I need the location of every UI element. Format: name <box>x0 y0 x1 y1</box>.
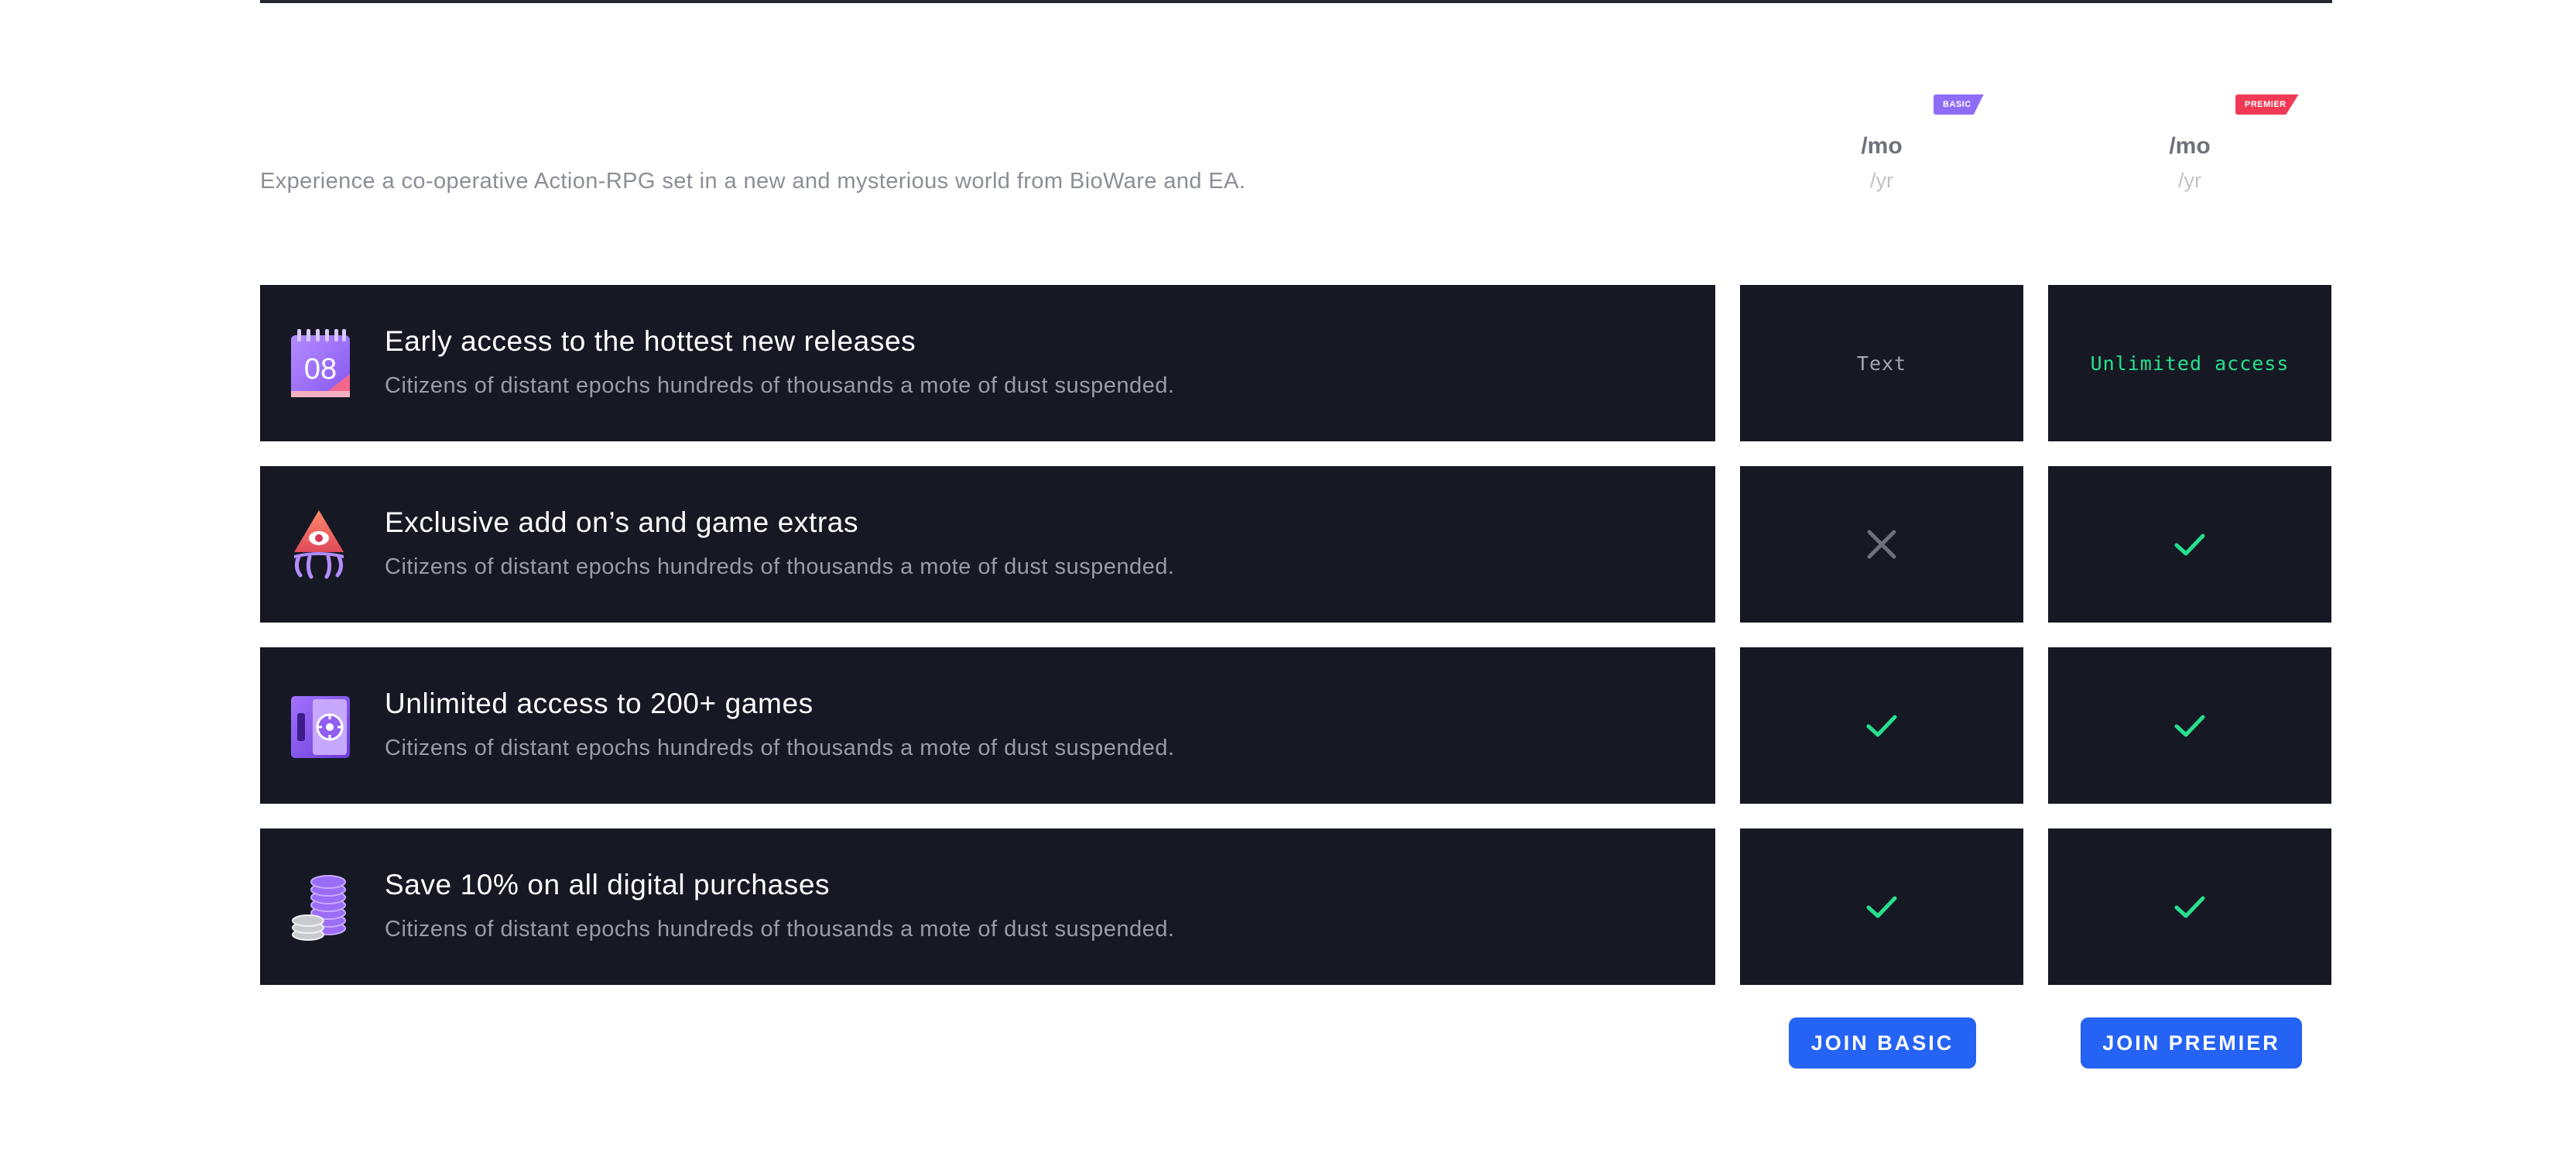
join-premier-button[interactable]: JOIN PREMIER <box>2081 1017 2302 1069</box>
join-basic-button[interactable]: JOIN BASIC <box>1789 1017 1976 1069</box>
premier-value-text: Unlimited access <box>2090 352 2290 375</box>
premier-cell-exclusive-addons <box>2048 466 2331 623</box>
feature-title: Save 10% on all digital purchases <box>385 869 831 901</box>
price-monthly-basic: /mo <box>1861 133 1903 159</box>
check-icon <box>2174 533 2205 556</box>
check-icon <box>2174 715 2205 737</box>
coin-stack-icon <box>289 871 351 942</box>
feature-row-exclusive-addons: Exclusive add on’s and game extras Citiz… <box>260 466 1715 623</box>
basic-value-text: Text <box>1856 352 1907 375</box>
plan-badge-premier: PREMIER <box>2235 94 2299 115</box>
premier-cell-early-access: Unlimited access <box>2048 285 2331 441</box>
cross-icon <box>1867 530 1896 559</box>
price-yearly-premier: /yr <box>2178 169 2201 192</box>
pyramid-eye-icon <box>289 509 351 580</box>
vault-icon <box>289 690 351 761</box>
feature-description: Citizens of distant epochs hundreds of t… <box>385 736 1175 760</box>
premier-cell-unlimited-games <box>2048 647 2331 804</box>
basic-cell-exclusive-addons <box>1740 466 2023 623</box>
page-description: Experience a co-operative Action-RPG set… <box>260 169 1246 194</box>
feature-title: Exclusive add on’s and game extras <box>385 506 859 538</box>
feature-row-save-digital: Save 10% on all digital purchases Citize… <box>260 829 1715 985</box>
price-yearly-basic: /yr <box>1870 169 1893 192</box>
price-monthly-premier: /mo <box>2169 133 2211 159</box>
plan-badge-basic: BASIC <box>1934 94 1984 115</box>
basic-cell-unlimited-games <box>1740 647 2023 804</box>
calendar-icon: 08 <box>289 328 351 399</box>
top-divider <box>260 0 2332 3</box>
feature-description: Citizens of distant epochs hundreds of t… <box>385 373 1175 398</box>
premier-cell-save-digital <box>2048 829 2331 985</box>
feature-title: Unlimited access to 200+ games <box>385 688 814 719</box>
check-icon <box>1866 896 1897 918</box>
svg-text:08: 08 <box>304 353 337 386</box>
feature-title: Early access to the hottest new releases <box>385 325 916 357</box>
basic-cell-save-digital <box>1740 829 2023 985</box>
feature-description: Citizens of distant epochs hundreds of t… <box>385 917 1175 942</box>
plan-header-basic: BASIC /mo /yr <box>1740 91 2023 215</box>
basic-cell-early-access: Text <box>1740 285 2023 441</box>
feature-row-early-access: 08 Early access to the hottest new relea… <box>260 285 1715 441</box>
feature-description: Citizens of distant epochs hundreds of t… <box>385 554 1175 579</box>
feature-row-unlimited-games: Unlimited access to 200+ games Citizens … <box>260 647 1715 804</box>
check-icon <box>1866 715 1897 737</box>
check-icon <box>2174 896 2205 918</box>
plan-header-premier: PREMIER /mo /yr <box>2048 91 2331 215</box>
